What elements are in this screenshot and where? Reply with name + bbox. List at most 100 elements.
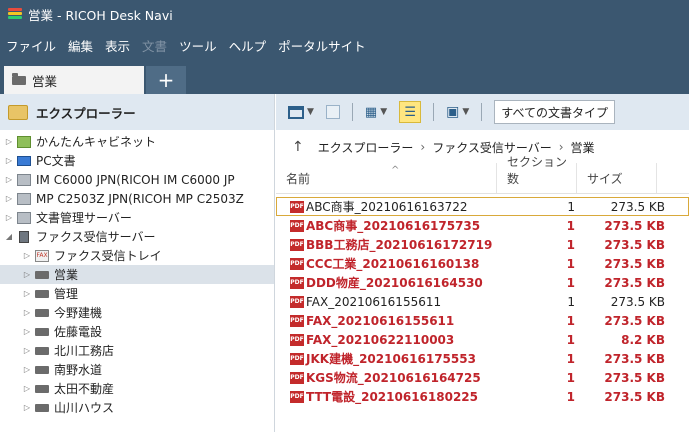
column-header-sections[interactable]: セクション数: [497, 155, 577, 193]
tree-item-label: 山川ハウス: [54, 401, 115, 415]
collapsed-arrow-icon[interactable]: ▷: [22, 327, 32, 336]
collapsed-arrow-icon[interactable]: ▷: [22, 365, 32, 374]
folder-icon: [8, 104, 28, 120]
list-icon: ☰: [404, 104, 416, 120]
tree-item[interactable]: ▷ 文書管理サーバー: [0, 208, 274, 227]
tree-item[interactable]: ▷ MP C2503Z JPN(RICOH MP C2503Z: [0, 189, 274, 208]
document-type-select[interactable]: すべての文書タイプ: [494, 100, 615, 124]
collapsed-arrow-icon[interactable]: ▷: [4, 156, 14, 165]
tree-item[interactable]: ▷ 太田不動産: [0, 379, 274, 398]
file-row[interactable]: PDF BBB工務店_20210616172719 1 273.5 KB: [276, 235, 689, 254]
column-sections-label: セクション数: [507, 155, 568, 186]
tree-item[interactable]: ◢ ファクス受信サーバー: [0, 227, 274, 246]
tree-item-label: ファクス受信サーバー: [36, 230, 156, 244]
file-name-cell: PDF ABC商事_20210616163722: [276, 198, 497, 215]
column-size-label: サイズ: [587, 172, 623, 186]
collapsed-arrow-icon[interactable]: ▷: [22, 346, 32, 355]
file-name: TTT電設_20210616180225: [306, 390, 479, 404]
file-row[interactable]: PDF KGS物流_20210616164725 1 273.5 KB: [276, 368, 689, 387]
tree-item[interactable]: ▷ 今野建機: [0, 303, 274, 322]
menu-item[interactable]: ファイル: [6, 36, 56, 55]
file-row[interactable]: PDF ABC商事_20210616163722 1 273.5 KB: [276, 197, 689, 216]
column-header-row: ^ 名前 セクション数 サイズ: [276, 155, 689, 194]
collapsed-arrow-icon[interactable]: ▷: [22, 289, 32, 298]
file-row[interactable]: PDF DDD物産_20210616164530 1 273.5 KB: [276, 273, 689, 292]
breadcrumb-item[interactable]: エクスプローラー: [318, 139, 414, 156]
breadcrumb-separator: ›: [558, 140, 564, 154]
collapsed-arrow-icon[interactable]: ▷: [4, 175, 14, 184]
file-name: CCC工業_20210616160138: [306, 257, 480, 271]
section-count-cell: 1: [566, 313, 575, 328]
menu-item[interactable]: ポータルサイト: [278, 36, 366, 55]
file-row[interactable]: PDF JKK建機_20210616175553 1 273.5 KB: [276, 349, 689, 368]
collapsed-arrow-icon[interactable]: ▷: [4, 194, 14, 203]
menu-item[interactable]: 編集: [68, 36, 93, 55]
tray-icon: [12, 72, 26, 85]
toolbar-divider: [481, 103, 483, 121]
tree-item[interactable]: ▷ 佐藤電設: [0, 322, 274, 341]
pdf-icon: PDF: [290, 295, 304, 308]
view-thumbnail-button[interactable]: ▦ ▼: [365, 105, 387, 120]
menu-item[interactable]: 表示: [105, 36, 130, 55]
collapsed-arrow-icon[interactable]: ▷: [22, 308, 32, 317]
tree-item[interactable]: ▷ かんたんキャビネット: [0, 132, 274, 151]
tree-item-label: 北川工務店: [54, 344, 115, 358]
pdf-icon: PDF: [290, 390, 304, 403]
collapsed-arrow-icon[interactable]: ▷: [4, 137, 14, 146]
tray-icon: [35, 289, 49, 298]
tray-icon: [35, 308, 49, 317]
pdf-icon: PDF: [290, 352, 304, 365]
expanded-arrow-icon[interactable]: ◢: [4, 232, 14, 241]
menu-item[interactable]: ヘルプ: [229, 36, 267, 55]
calendar-icon: ▣: [446, 104, 460, 120]
column-header-name[interactable]: ^ 名前: [276, 163, 497, 193]
file-row[interactable]: PDF FAX_20210616155611 1 273.5 KB: [276, 292, 689, 311]
file-row[interactable]: PDF ABC商事_20210616175735 1 273.5 KB: [276, 216, 689, 235]
tree-item[interactable]: ▷ 管理: [0, 284, 274, 303]
tree-item[interactable]: ▷ FAX ファクス受信トレイ: [0, 246, 274, 265]
file-row[interactable]: PDF CCC工業_20210616160138 1 273.5 KB: [276, 254, 689, 273]
collapsed-arrow-icon[interactable]: ▷: [22, 251, 32, 260]
tab-eigyo[interactable]: 営業: [4, 66, 144, 94]
collapsed-arrow-icon[interactable]: ▷: [22, 270, 32, 279]
tree-item[interactable]: ▷ PC文書: [0, 151, 274, 170]
column-header-size[interactable]: サイズ: [577, 163, 657, 193]
collapsed-arrow-icon[interactable]: ▷: [22, 384, 32, 393]
tree-item[interactable]: ▷ 営業: [0, 265, 274, 284]
tray-icon: [35, 403, 49, 412]
arrow-up-icon[interactable]: ↑: [292, 139, 304, 155]
tree-item-label: かんたんキャビネット: [36, 135, 157, 149]
view-list-button[interactable]: ☰: [399, 101, 422, 123]
file-list: PDF ABC商事_20210616163722 1 273.5 KB PDF ABC商事…: [276, 194, 689, 406]
file-size-cell: 273.5 KB: [604, 218, 665, 233]
file-row[interactable]: PDF TTT電設_20210616180225 1 273.5 KB: [276, 387, 689, 406]
file-row[interactable]: PDF FAX_20210622110003 1 8.2 KB: [276, 330, 689, 349]
collapsed-arrow-icon[interactable]: ▷: [22, 403, 32, 412]
pdf-icon: PDF: [290, 257, 304, 270]
collapsed-arrow-icon[interactable]: ▷: [4, 213, 14, 222]
tree-item[interactable]: ▷ 山川ハウス: [0, 398, 274, 417]
tree-item[interactable]: ▷ IM C6000 JPN(RICOH IM C6000 JP: [0, 170, 274, 189]
section-count-cell: 1: [566, 370, 575, 385]
document-pane: ▼ ▦ ▼ ☰ ▣ ▼ すべての文書タイプ ↑ エクスプローラー › ファクス受…: [276, 94, 689, 432]
preview-button[interactable]: [325, 105, 340, 119]
pdf-icon: PDF: [290, 276, 304, 289]
new-window-button[interactable]: ▼: [288, 105, 314, 119]
cabinet-icon: [17, 135, 31, 148]
pdf-icon: PDF: [290, 333, 304, 346]
fax-tray-icon: FAX: [35, 249, 49, 262]
mfp-icon: [17, 173, 31, 186]
menu-item[interactable]: ツール: [179, 36, 217, 55]
file-name: FAX_20210616155611: [306, 294, 442, 309]
file-size-cell: 273.5 KB: [604, 275, 665, 290]
tree-item[interactable]: ▷ 北川工務店: [0, 341, 274, 360]
file-size-cell: 273.5 KB: [604, 313, 665, 328]
tree-item[interactable]: ▷ 南野水道: [0, 360, 274, 379]
file-size-cell: 273.5 KB: [604, 370, 665, 385]
file-name: FAX_20210622110003: [306, 332, 455, 347]
tree-item-label: 営業: [54, 268, 79, 282]
calendar-button[interactable]: ▣ ▼: [446, 104, 469, 120]
add-tab-button[interactable]: +: [146, 66, 186, 94]
file-row[interactable]: PDF FAX_20210616155611 1 273.5 KB: [276, 311, 689, 330]
window-icon: [288, 105, 304, 119]
